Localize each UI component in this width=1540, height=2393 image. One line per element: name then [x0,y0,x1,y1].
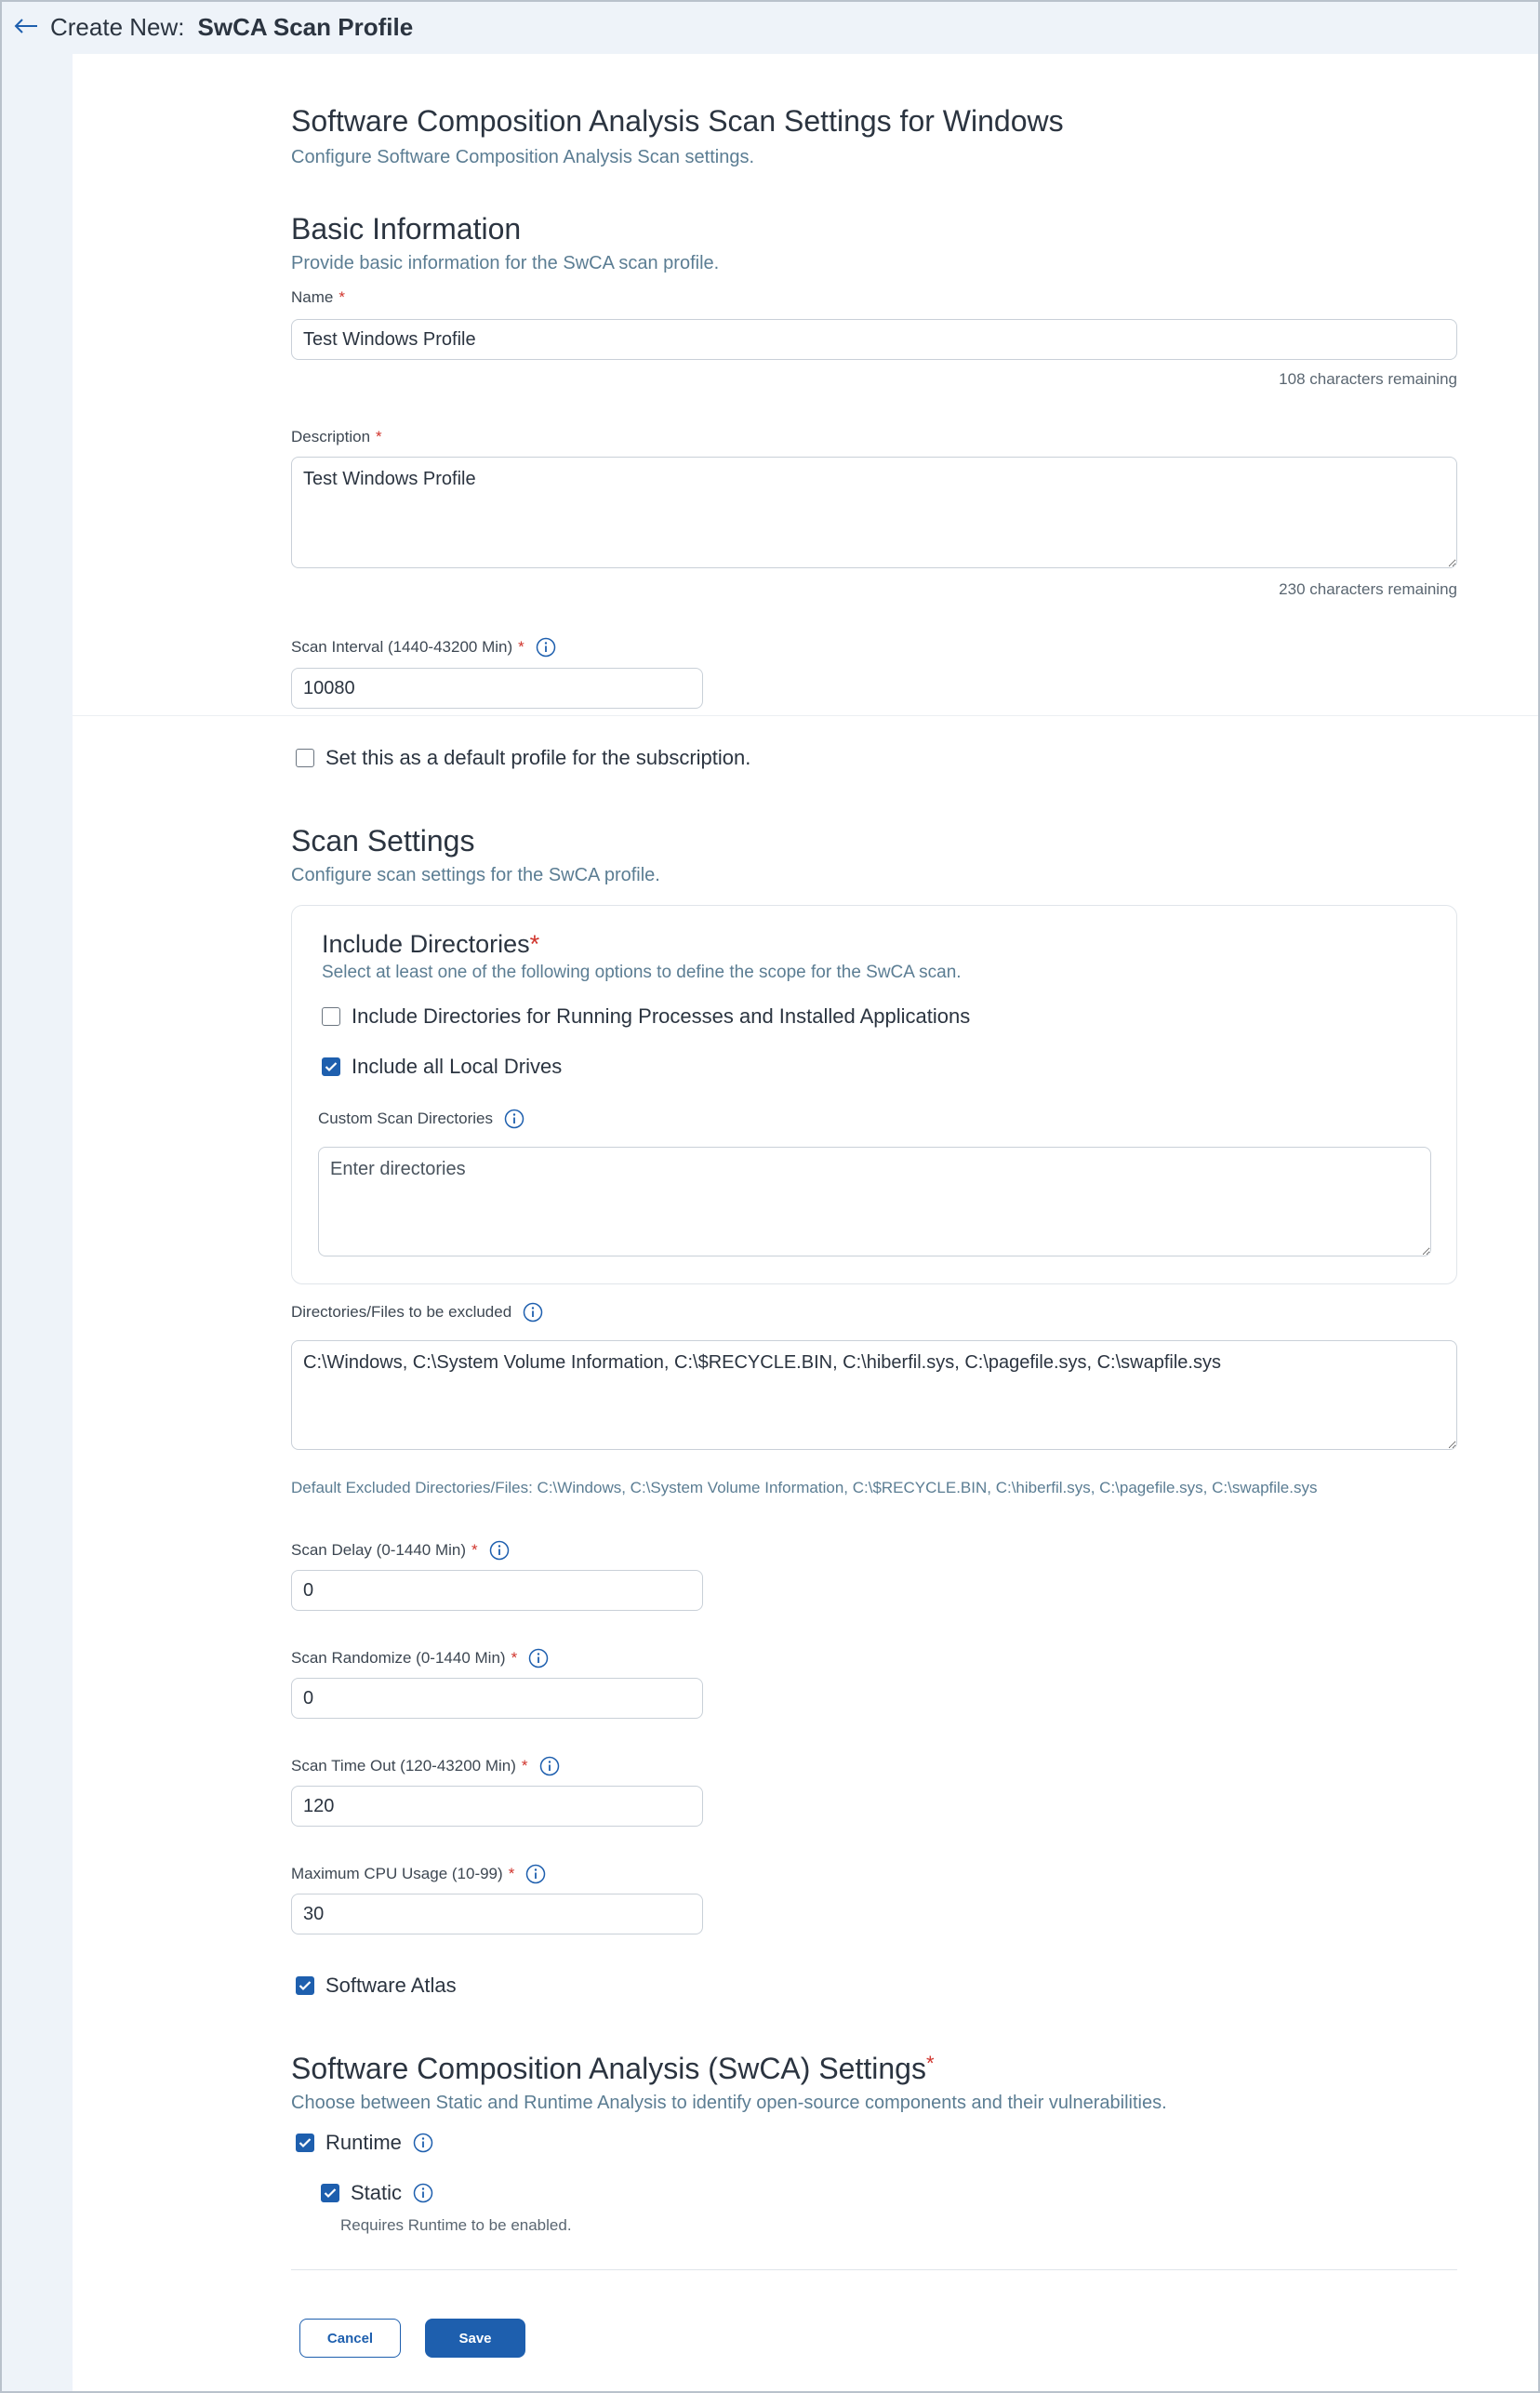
cpu-usage-input[interactable] [291,1894,703,1934]
basic-info-heading: Basic Information [291,212,522,246]
exclude-label-text: Directories/Files to be excluded [291,1303,512,1321]
scan-interval-input[interactable] [291,668,703,709]
name-char-count: 108 characters remaining [1279,370,1457,388]
static-checkbox[interactable] [321,2184,339,2202]
info-icon[interactable] [528,1648,549,1668]
info-icon[interactable] [523,1302,543,1323]
runtime-option[interactable]: Runtime [296,2131,433,2155]
divider [73,715,1538,716]
scan-settings-heading: Scan Settings [291,824,475,857]
footer-divider [291,2269,1457,2270]
check-icon [324,2188,337,2199]
custom-directories-textarea[interactable] [318,1147,1431,1256]
required-marker: * [339,288,345,306]
scan-randomize-input[interactable] [291,1678,703,1719]
info-icon[interactable] [413,2133,433,2153]
runtime-checkbox[interactable] [296,2134,314,2152]
page-title: Software Composition Analysis Scan Setti… [291,104,1064,138]
scan-delay-label: Scan Delay (0-1440 Min) * [291,1540,510,1561]
local-drives-option[interactable]: Include all Local Drives [322,1055,562,1079]
default-profile-checkbox[interactable] [296,749,314,767]
scan-delay-input[interactable] [291,1570,703,1611]
exclude-textarea[interactable]: C:\Windows, C:\System Volume Information… [291,1340,1457,1450]
software-atlas-checkbox[interactable] [296,1976,314,1995]
include-directories-subtitle: Select at least one of the following opt… [322,963,962,982]
page-breadcrumb: Create New: SwCA Scan Profile [50,13,413,42]
required-marker: * [529,930,540,958]
info-icon[interactable] [536,637,556,658]
scan-delay-label-text: Scan Delay (0-1440 Min) [291,1541,467,1559]
required-marker: * [508,1865,515,1882]
custom-directories-label-text: Custom Scan Directories [318,1110,494,1127]
breadcrumb-title: SwCA Scan Profile [197,13,414,41]
name-label-text: Name [291,288,334,306]
default-excluded-note: Default Excluded Directories/Files: C:\W… [291,1479,1318,1496]
swca-settings-title: Software Composition Analysis (SwCA) Set… [291,2052,926,2085]
swca-settings-heading: Software Composition Analysis (SwCA) Set… [291,2052,935,2086]
scan-settings-subtitle: Configure scan settings for the SwCA pro… [291,865,660,885]
info-icon[interactable] [539,1756,560,1776]
runtime-label: Runtime [325,2131,402,2154]
basic-info-subtitle: Provide basic information for the SwCA s… [291,253,720,273]
required-marker: * [471,1541,478,1559]
exclude-label: Directories/Files to be excluded [291,1302,543,1323]
scan-randomize-label: Scan Randomize (0-1440 Min) * [291,1648,549,1668]
scan-timeout-label-text: Scan Time Out (120-43200 Min) [291,1757,516,1775]
software-atlas-option[interactable]: Software Atlas [296,1974,457,1998]
info-icon[interactable] [489,1540,510,1561]
static-label: Static [351,2181,403,2204]
running-processes-checkbox[interactable] [322,1007,340,1026]
include-directories-title: Include Directories [322,930,530,958]
info-icon[interactable] [413,2183,433,2203]
include-directories-heading: Include Directories* [322,930,539,959]
cpu-usage-label-text: Maximum CPU Usage (10-99) [291,1865,503,1882]
name-label: Name * [291,288,345,307]
running-processes-option[interactable]: Include Directories for Running Processe… [322,1004,970,1029]
description-label: Description * [291,428,382,446]
default-profile-label: Set this as a default profile for the su… [325,746,751,769]
required-marker: * [925,2052,935,2075]
check-icon [325,1062,338,1072]
breadcrumb-prefix: Create New: [50,13,185,41]
local-drives-label: Include all Local Drives [352,1055,563,1078]
scan-interval-label: Scan Interval (1440-43200 Min) * [291,637,556,658]
top-bar: Create New: SwCA Scan Profile [0,0,1540,54]
software-atlas-label: Software Atlas [325,1974,457,1997]
arrow-left-icon [14,19,37,33]
custom-directories-label: Custom Scan Directories [318,1109,524,1129]
swca-settings-subtitle: Choose between Static and Runtime Analys… [291,2093,1167,2113]
info-icon[interactable] [525,1864,546,1884]
check-icon [299,1981,312,1991]
required-marker: * [511,1649,518,1667]
check-icon [299,2138,312,2148]
required-marker: * [376,428,382,445]
name-input[interactable] [291,319,1457,360]
required-marker: * [518,638,524,656]
description-textarea[interactable]: Test Windows Profile [291,457,1457,568]
static-note: Requires Runtime to be enabled. [340,2216,572,2234]
static-option[interactable]: Static [321,2181,433,2205]
local-drives-checkbox[interactable] [322,1057,340,1076]
description-char-count: 230 characters remaining [1279,580,1457,598]
default-profile-option[interactable]: Set this as a default profile for the su… [296,746,750,770]
info-icon[interactable] [504,1109,524,1129]
save-button[interactable]: Save [425,2319,525,2358]
description-label-text: Description [291,428,371,445]
cpu-usage-label: Maximum CPU Usage (10-99) * [291,1864,546,1884]
scan-timeout-input[interactable] [291,1786,703,1827]
cancel-button[interactable]: Cancel [299,2319,401,2358]
page-subtitle: Configure Software Composition Analysis … [291,147,755,167]
back-button[interactable] [11,13,41,39]
scan-randomize-label-text: Scan Randomize (0-1440 Min) [291,1649,506,1667]
required-marker: * [521,1757,528,1775]
running-processes-label: Include Directories for Running Processe… [352,1004,971,1028]
scan-interval-label-text: Scan Interval (1440-43200 Min) [291,638,513,656]
scan-timeout-label: Scan Time Out (120-43200 Min) * [291,1756,560,1776]
